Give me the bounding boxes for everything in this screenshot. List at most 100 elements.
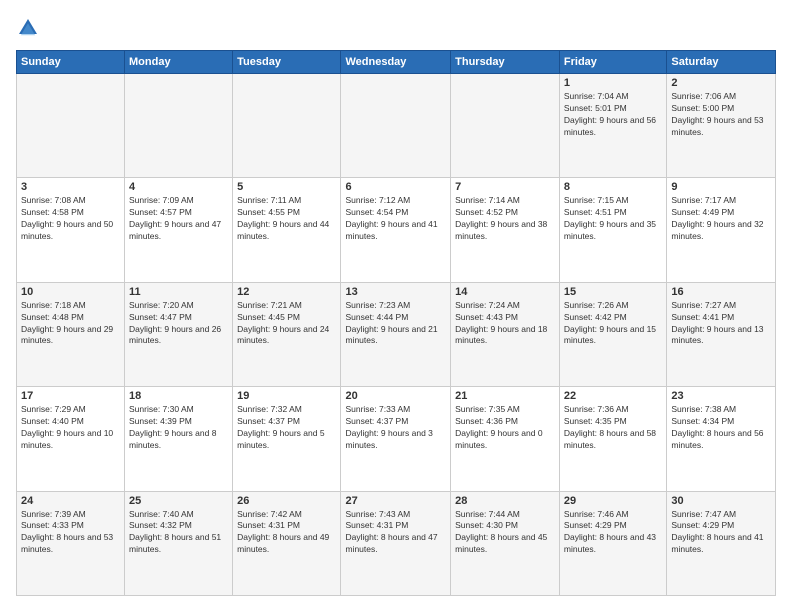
calendar-cell: 26 Sunrise: 7:42 AM Sunset: 4:31 PM Dayli… (233, 491, 341, 595)
day-info: Sunrise: 7:09 AM Sunset: 4:57 PM Dayligh… (129, 195, 228, 243)
day-number: 11 (129, 286, 228, 298)
day-info: Sunrise: 7:26 AM Sunset: 4:42 PM Dayligh… (564, 300, 662, 348)
calendar-cell: 30 Sunrise: 7:47 AM Sunset: 4:29 PM Dayli… (667, 491, 776, 595)
day-number: 21 (455, 390, 555, 402)
calendar-cell: 1 Sunrise: 7:04 AM Sunset: 5:01 PM Daylig… (559, 74, 666, 178)
day-number: 20 (345, 390, 446, 402)
day-info: Sunrise: 7:47 AM Sunset: 4:29 PM Dayligh… (671, 509, 771, 557)
calendar-week-row: 1 Sunrise: 7:04 AM Sunset: 5:01 PM Daylig… (17, 74, 776, 178)
day-info: Sunrise: 7:29 AM Sunset: 4:40 PM Dayligh… (21, 404, 120, 452)
day-info: Sunrise: 7:43 AM Sunset: 4:31 PM Dayligh… (345, 509, 446, 557)
day-number: 22 (564, 390, 662, 402)
calendar-cell: 4 Sunrise: 7:09 AM Sunset: 4:57 PM Daylig… (125, 178, 233, 282)
day-number: 9 (671, 181, 771, 193)
day-number: 26 (237, 495, 336, 507)
day-info: Sunrise: 7:24 AM Sunset: 4:43 PM Dayligh… (455, 300, 555, 348)
weekday-header: Monday (125, 51, 233, 74)
calendar-cell: 2Sunrise: 7:06 AM Sunset: 5:00 PM Daylig… (667, 74, 776, 178)
calendar-cell: 29Sunrise: 7:46 AM Sunset: 4:29 PM Dayli… (559, 491, 666, 595)
day-info: Sunrise: 7:04 AM Sunset: 5:01 PM Dayligh… (564, 91, 662, 139)
day-number: 16 (671, 286, 771, 298)
weekday-header-row: SundayMondayTuesdayWednesdayThursdayFrid… (17, 51, 776, 74)
page: SundayMondayTuesdayWednesdayThursdayFrid… (0, 0, 792, 612)
day-info: Sunrise: 7:11 AM Sunset: 4:55 PM Dayligh… (237, 195, 336, 243)
day-number: 15 (564, 286, 662, 298)
calendar-cell: 14 Sunrise: 7:24 AM Sunset: 4:43 PM Dayli… (451, 282, 560, 386)
day-info: Sunrise: 7:23 AM Sunset: 4:44 PM Dayligh… (345, 300, 446, 348)
day-number: 27 (345, 495, 446, 507)
calendar-cell: 17 Sunrise: 7:29 AM Sunset: 4:40 PM Dayli… (17, 387, 125, 491)
day-number: 14 (455, 286, 555, 298)
weekday-header: Tuesday (233, 51, 341, 74)
weekday-header: Friday (559, 51, 666, 74)
calendar-cell: 7 Sunrise: 7:14 AM Sunset: 4:52 PM Daylig… (451, 178, 560, 282)
day-info: Sunrise: 7:36 AM Sunset: 4:35 PM Dayligh… (564, 404, 662, 452)
weekday-header: Saturday (667, 51, 776, 74)
day-info: Sunrise: 7:18 AM Sunset: 4:48 PM Dayligh… (21, 300, 120, 348)
calendar-cell: 12 Sunrise: 7:21 AM Sunset: 4:45 PM Dayli… (233, 282, 341, 386)
logo (16, 16, 44, 40)
calendar-cell: 28Sunrise: 7:44 AM Sunset: 4:30 PM Dayli… (451, 491, 560, 595)
day-info: Sunrise: 7:44 AM Sunset: 4:30 PM Dayligh… (455, 509, 555, 557)
day-info: Sunrise: 7:14 AM Sunset: 4:52 PM Dayligh… (455, 195, 555, 243)
day-info: Sunrise: 7:08 AM Sunset: 4:58 PM Dayligh… (21, 195, 120, 243)
calendar-week-row: 17 Sunrise: 7:29 AM Sunset: 4:40 PM Dayli… (17, 387, 776, 491)
calendar-cell: 18 Sunrise: 7:30 AM Sunset: 4:39 PM Dayli… (125, 387, 233, 491)
day-number: 7 (455, 181, 555, 193)
weekday-header: Wednesday (341, 51, 451, 74)
day-number: 25 (129, 495, 228, 507)
calendar-cell: 23Sunrise: 7:38 AM Sunset: 4:34 PM Dayli… (667, 387, 776, 491)
weekday-header: Sunday (17, 51, 125, 74)
day-number: 10 (21, 286, 120, 298)
calendar-cell: 15 Sunrise: 7:26 AM Sunset: 4:42 PM Dayli… (559, 282, 666, 386)
day-number: 17 (21, 390, 120, 402)
day-info: Sunrise: 7:30 AM Sunset: 4:39 PM Dayligh… (129, 404, 228, 452)
day-number: 13 (345, 286, 446, 298)
calendar-cell (451, 74, 560, 178)
calendar-week-row: 10 Sunrise: 7:18 AM Sunset: 4:48 PM Dayli… (17, 282, 776, 386)
day-number: 4 (129, 181, 228, 193)
day-info: Sunrise: 7:39 AM Sunset: 4:33 PM Dayligh… (21, 509, 120, 557)
calendar-cell: 27 Sunrise: 7:43 AM Sunset: 4:31 PM Dayli… (341, 491, 451, 595)
day-number: 29 (564, 495, 662, 507)
day-info: Sunrise: 7:21 AM Sunset: 4:45 PM Dayligh… (237, 300, 336, 348)
calendar-cell: 24 Sunrise: 7:39 AM Sunset: 4:33 PM Dayli… (17, 491, 125, 595)
calendar-cell: 25Sunrise: 7:40 AM Sunset: 4:32 PM Dayli… (125, 491, 233, 595)
day-number: 5 (237, 181, 336, 193)
calendar-table: SundayMondayTuesdayWednesdayThursdayFrid… (16, 50, 776, 596)
logo-icon (16, 16, 40, 40)
day-info: Sunrise: 7:17 AM Sunset: 4:49 PM Dayligh… (671, 195, 771, 243)
weekday-header: Thursday (451, 51, 560, 74)
day-info: Sunrise: 7:27 AM Sunset: 4:41 PM Dayligh… (671, 300, 771, 348)
day-info: Sunrise: 7:20 AM Sunset: 4:47 PM Dayligh… (129, 300, 228, 348)
calendar-cell: 22 Sunrise: 7:36 AM Sunset: 4:35 PM Dayli… (559, 387, 666, 491)
calendar-week-row: 3 Sunrise: 7:08 AM Sunset: 4:58 PM Daylig… (17, 178, 776, 282)
calendar-cell (17, 74, 125, 178)
day-number: 30 (671, 495, 771, 507)
calendar-cell: 11 Sunrise: 7:20 AM Sunset: 4:47 PM Dayli… (125, 282, 233, 386)
day-number: 12 (237, 286, 336, 298)
day-info: Sunrise: 7:35 AM Sunset: 4:36 PM Dayligh… (455, 404, 555, 452)
calendar-cell (125, 74, 233, 178)
calendar-cell (233, 74, 341, 178)
calendar-cell: 6 Sunrise: 7:12 AM Sunset: 4:54 PM Daylig… (341, 178, 451, 282)
calendar-cell (341, 74, 451, 178)
calendar-cell: 21 Sunrise: 7:35 AM Sunset: 4:36 PM Dayli… (451, 387, 560, 491)
calendar-cell: 5 Sunrise: 7:11 AM Sunset: 4:55 PM Daylig… (233, 178, 341, 282)
day-number: 18 (129, 390, 228, 402)
day-info: Sunrise: 7:42 AM Sunset: 4:31 PM Dayligh… (237, 509, 336, 557)
calendar-cell: 13 Sunrise: 7:23 AM Sunset: 4:44 PM Dayli… (341, 282, 451, 386)
calendar-cell: 3 Sunrise: 7:08 AM Sunset: 4:58 PM Daylig… (17, 178, 125, 282)
day-number: 1 (564, 77, 662, 89)
day-number: 6 (345, 181, 446, 193)
day-number: 3 (21, 181, 120, 193)
calendar-cell: 9 Sunrise: 7:17 AM Sunset: 4:49 PM Daylig… (667, 178, 776, 282)
day-info: Sunrise: 7:12 AM Sunset: 4:54 PM Dayligh… (345, 195, 446, 243)
day-number: 19 (237, 390, 336, 402)
day-number: 24 (21, 495, 120, 507)
day-info: Sunrise: 7:32 AM Sunset: 4:37 PM Dayligh… (237, 404, 336, 452)
day-info: Sunrise: 7:33 AM Sunset: 4:37 PM Dayligh… (345, 404, 446, 452)
day-info: Sunrise: 7:38 AM Sunset: 4:34 PM Dayligh… (671, 404, 771, 452)
calendar-week-row: 24 Sunrise: 7:39 AM Sunset: 4:33 PM Dayli… (17, 491, 776, 595)
day-number: 2 (671, 77, 771, 89)
